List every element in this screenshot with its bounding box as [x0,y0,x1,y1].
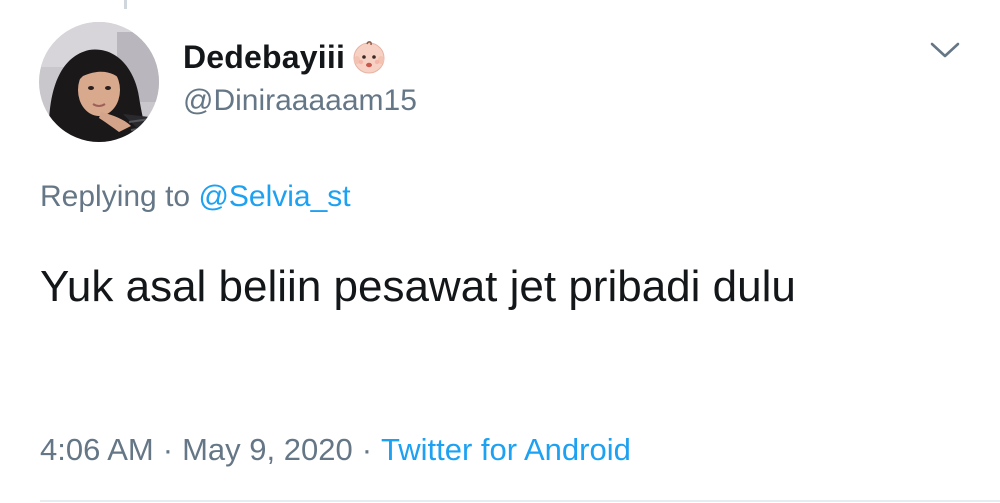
avatar[interactable] [39,22,159,142]
thread-connector-line [124,0,127,9]
tweet-meta: 4:06 AM · May 9, 2020 · Twitter for Android [40,432,631,468]
author-display-name[interactable]: Dedebayiii [183,39,345,76]
divider [40,500,1000,502]
author-name-row[interactable]: Dedebayiii [183,36,387,78]
tweet-time[interactable]: 4:06 AM [40,432,154,467]
tweet-date[interactable]: May 9, 2020 [182,432,353,467]
reply-mention-link[interactable]: @Selvia_st [198,180,350,213]
avatar-photo-icon [39,22,159,142]
tweet-source-link[interactable]: Twitter for Android [381,432,631,467]
reply-context-prefix: Replying to [40,180,191,213]
chevron-down-icon[interactable] [929,40,961,60]
baby-face-icon [351,39,387,75]
reply-context: Replying to @Selvia_st [40,180,351,214]
meta-separator: · [162,432,174,467]
tweet-text: Yuk asal beliin pesawat jet pribadi dulu [40,262,796,311]
meta-separator: · [361,432,373,467]
author-handle[interactable]: @Diniraaaaam15 [183,84,417,118]
